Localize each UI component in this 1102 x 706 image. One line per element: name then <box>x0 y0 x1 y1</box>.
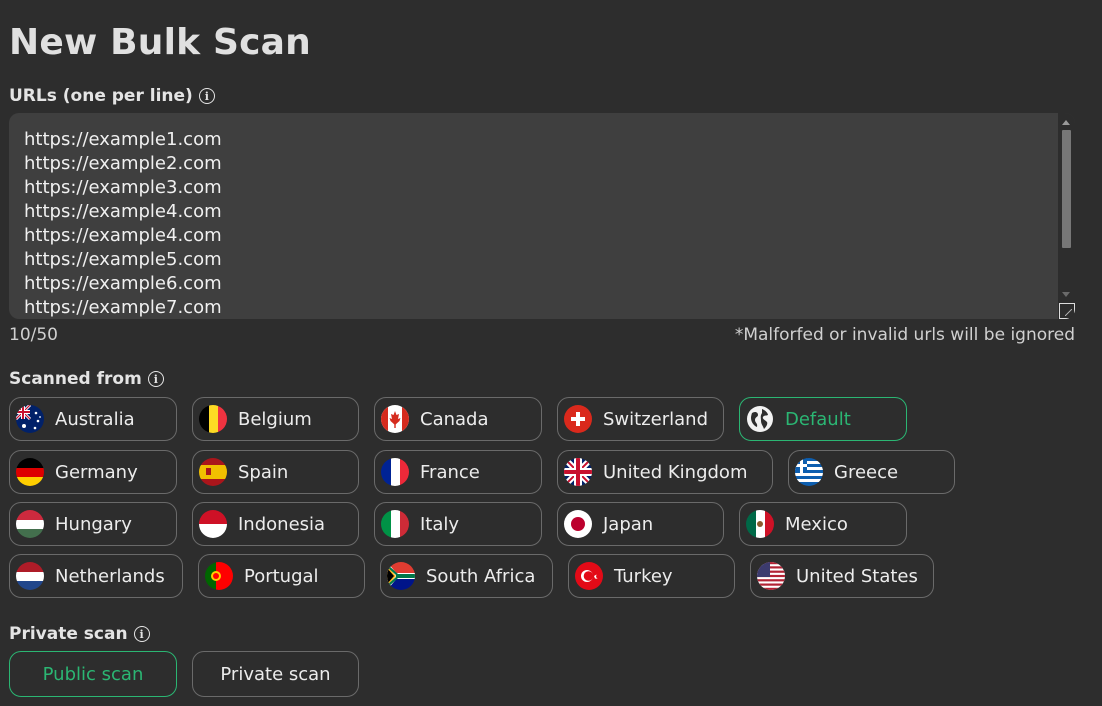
public-scan-button[interactable]: Public scan <box>9 651 177 697</box>
united-kingdom-flag-icon <box>564 458 592 486</box>
country-chip-united-kingdom[interactable]: United Kingdom <box>557 450 773 494</box>
urls-textarea[interactable]: https://example1.com https://example2.co… <box>9 113 1075 319</box>
country-chip-portugal[interactable]: Portugal <box>198 554 365 598</box>
scanned-from-label-row: Scanned from i <box>9 369 164 389</box>
chip-label: Italy <box>420 513 460 535</box>
country-chip-default[interactable]: Default <box>739 397 907 441</box>
info-icon[interactable]: i <box>147 371 164 387</box>
belgium-flag-icon <box>199 405 227 433</box>
page-title: New Bulk Scan <box>9 22 312 63</box>
country-chip-greece[interactable]: Greece <box>788 450 955 494</box>
url-line: https://example6.com <box>24 273 222 294</box>
country-chip-netherlands[interactable]: Netherlands <box>9 554 183 598</box>
chip-label: Belgium <box>238 408 312 430</box>
chip-label: Portugal <box>244 565 319 587</box>
scanned-from-label: Scanned from <box>9 369 142 389</box>
south-africa-flag-icon <box>387 562 415 590</box>
japan-flag-icon <box>564 510 592 538</box>
private-scan-label: Private scan <box>9 624 128 644</box>
scroll-up-arrow-icon[interactable] <box>1062 120 1070 125</box>
chip-label: Canada <box>420 408 489 430</box>
invalid-urls-note: *Malforfed or invalid urls will be ignor… <box>734 325 1075 345</box>
country-chip-france[interactable]: France <box>374 450 542 494</box>
scrollbar-thumb[interactable] <box>1062 130 1071 248</box>
chip-label: Netherlands <box>55 565 165 587</box>
country-chip-south-africa[interactable]: South Africa <box>380 554 553 598</box>
url-line: https://example1.com <box>24 129 222 150</box>
chip-label: Mexico <box>785 513 848 535</box>
textarea-scrollbar[interactable] <box>1058 113 1075 319</box>
switzerland-flag-icon <box>564 405 592 433</box>
url-line: https://example3.com <box>24 177 222 198</box>
chip-label: Germany <box>55 461 138 483</box>
spain-flag-icon <box>199 458 227 486</box>
netherlands-flag-icon <box>16 562 44 590</box>
country-chip-switzerland[interactable]: Switzerland <box>557 397 724 441</box>
country-chip-mexico[interactable]: Mexico <box>739 502 907 546</box>
country-chip-italy[interactable]: Italy <box>374 502 542 546</box>
country-chip-australia[interactable]: Australia <box>9 397 177 441</box>
country-chip-canada[interactable]: Canada <box>374 397 542 441</box>
chip-label: Greece <box>834 461 899 483</box>
url-line: https://example5.com <box>24 249 222 270</box>
chip-label: France <box>420 461 480 483</box>
turkey-flag-icon <box>575 562 603 590</box>
country-chip-germany[interactable]: Germany <box>9 450 177 494</box>
portugal-flag-icon <box>205 562 233 590</box>
chip-label: Australia <box>55 408 135 430</box>
chip-label: Hungary <box>55 513 132 535</box>
url-counter: 10/50 <box>9 325 58 345</box>
url-line: https://example4.com <box>24 201 222 222</box>
url-line: https://example4.com <box>24 225 222 246</box>
chip-label: United Kingdom <box>603 461 748 483</box>
chip-label: Turkey <box>614 565 673 587</box>
chip-label: Switzerland <box>603 408 708 430</box>
mexico-flag-icon <box>746 510 774 538</box>
info-icon[interactable]: i <box>133 626 150 642</box>
urls-label: URLs (one per line) <box>9 86 193 106</box>
resize-grip-icon[interactable] <box>1059 303 1075 319</box>
country-chip-belgium[interactable]: Belgium <box>192 397 359 441</box>
globe-icon <box>746 405 774 433</box>
germany-flag-icon <box>16 458 44 486</box>
chip-label: Indonesia <box>238 513 326 535</box>
canada-flag-icon <box>381 405 409 433</box>
info-icon[interactable]: i <box>198 88 215 104</box>
italy-flag-icon <box>381 510 409 538</box>
australia-flag-icon <box>16 405 44 433</box>
scroll-down-arrow-icon[interactable] <box>1062 292 1070 297</box>
country-chip-spain[interactable]: Spain <box>192 450 359 494</box>
chip-label: Spain <box>238 461 289 483</box>
private-scan-label-row: Private scan i <box>9 624 150 644</box>
country-chip-turkey[interactable]: Turkey <box>568 554 735 598</box>
france-flag-icon <box>381 458 409 486</box>
chip-label: Japan <box>603 513 654 535</box>
chip-label: United States <box>796 565 918 587</box>
country-chip-japan[interactable]: Japan <box>557 502 724 546</box>
urls-label-row: URLs (one per line) i <box>9 86 215 106</box>
url-line: https://example2.com <box>24 153 222 174</box>
country-chip-united-states[interactable]: United States <box>750 554 934 598</box>
indonesia-flag-icon <box>199 510 227 538</box>
hungary-flag-icon <box>16 510 44 538</box>
private-scan-button[interactable]: Private scan <box>192 651 359 697</box>
country-chip-indonesia[interactable]: Indonesia <box>192 502 359 546</box>
greece-flag-icon <box>795 458 823 486</box>
chip-label: Default <box>785 408 851 430</box>
url-line: https://example7.com <box>24 297 222 318</box>
chip-label: South Africa <box>426 565 536 587</box>
urls-list[interactable]: https://example1.com https://example2.co… <box>24 128 222 319</box>
country-chip-hungary[interactable]: Hungary <box>9 502 177 546</box>
united-states-flag-icon <box>757 562 785 590</box>
